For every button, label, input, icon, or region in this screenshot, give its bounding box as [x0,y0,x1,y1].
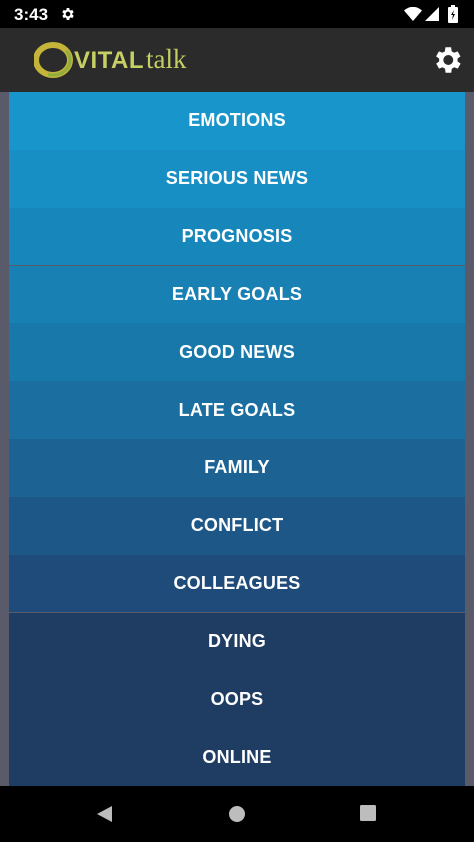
menu-item-label: OOPS [210,688,264,709]
menu-item-label: SERIOUS NEWS [165,168,309,189]
menu-item-serious-news[interactable]: SERIOUS NEWS [9,149,465,208]
menu-item-colleagues[interactable]: COLLEAGUES [9,554,465,613]
menu-item-label: FAMILY [204,457,270,478]
app-bar: VITAL talk [0,28,474,92]
gear-icon[interactable] [430,43,464,77]
menu-item-family[interactable]: FAMILY [9,439,465,497]
menu-item-good-news[interactable]: GOOD NEWS [9,323,465,382]
menu-item-label: DYING [207,630,266,651]
menu-item-early-goals[interactable]: EARLY GOALS [9,265,465,324]
vitaltalk-logo: VITAL talk [34,42,214,78]
recent-apps-icon[interactable] [359,804,377,822]
settings-icon [62,8,74,20]
status-bar: 3:43 [0,0,474,28]
menu-item-label: PROGNOSIS [181,226,293,247]
home-icon[interactable] [227,804,247,824]
back-icon[interactable] [94,804,114,824]
content-area: EMOTIONS SERIOUS NEWS PROGNOSIS EARLY GO… [0,92,474,786]
menu-item-label: EARLY GOALS [171,283,303,304]
menu-item-emotions[interactable]: EMOTIONS [9,92,465,150]
logo-talk-text: talk [146,44,187,74]
menu-item-dying[interactable]: DYING [9,612,465,671]
menu-item-label: EMOTIONS [188,110,286,131]
signal-icon [425,7,439,21]
menu-item-prognosis[interactable]: PROGNOSIS [9,207,465,266]
menu-item-label: GOOD NEWS [179,341,295,362]
system-nav-bar [0,786,474,842]
menu-item-conflict[interactable]: CONFLICT [9,496,465,555]
menu-item-label: COLLEAGUES [173,573,301,594]
menu-item-online[interactable]: ONLINE [9,728,465,786]
menu-item-label: ONLINE [202,746,272,767]
menu-item-label: LATE GOALS [178,399,296,420]
menu-item-late-goals[interactable]: LATE GOALS [9,381,465,439]
logo-ring-icon [34,42,73,78]
logo-vital-text: VITAL [74,47,145,74]
status-time: 3:43 [14,5,49,24]
topic-menu: EMOTIONS SERIOUS NEWS PROGNOSIS EARLY GO… [9,92,465,786]
wifi-icon [404,7,422,21]
battery-icon [448,5,458,23]
menu-item-oops[interactable]: OOPS [9,670,465,729]
menu-item-label: CONFLICT [190,515,284,536]
